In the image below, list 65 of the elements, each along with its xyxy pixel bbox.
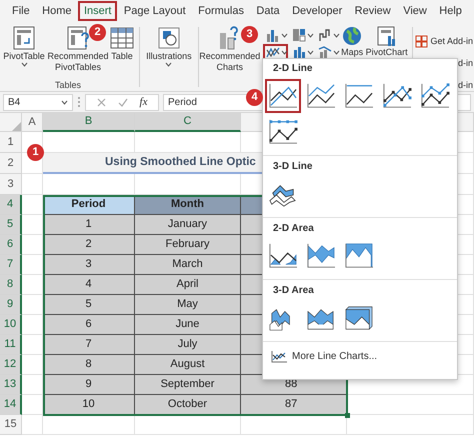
ribbon-tab[interactable]: Data — [250, 1, 286, 21]
section-heading: 2-D Line — [272, 62, 312, 76]
ribbon-tab[interactable]: Page Layout — [118, 1, 192, 21]
step-badge: 1 — [27, 144, 44, 161]
table-cell: August — [135, 355, 241, 375]
more-charts-link[interactable]: More Line Charts... — [263, 346, 386, 367]
table-cell: 2 — [43, 235, 135, 255]
row-header[interactable]: 3 — [0, 174, 22, 195]
ribbon-tab[interactable]: Home — [36, 1, 78, 21]
section-heading: 2-D Area — [272, 222, 314, 236]
table-cell: March — [135, 255, 241, 275]
insert-function-label[interactable]: fx — [140, 94, 148, 110]
row-header[interactable]: 11 — [0, 335, 22, 355]
table-cell: September — [135, 375, 241, 395]
row-header[interactable]: 5 — [0, 215, 22, 235]
row-header[interactable]: 14 — [0, 395, 22, 415]
column-heading: Month — [135, 195, 241, 215]
row-header[interactable]: 10 — [0, 315, 22, 335]
ribbon-tab[interactable]: File — [6, 1, 36, 21]
column-header[interactable]: C — [135, 113, 241, 132]
ribbon-button[interactable]: PivotTable — [0, 25, 48, 67]
row-header[interactable]: 7 — [0, 255, 22, 275]
ribbon-tab[interactable]: Help — [433, 1, 468, 21]
column-header[interactable]: A — [22, 113, 43, 132]
row-header[interactable]: 6 — [0, 235, 22, 255]
table-cell: 1 — [43, 215, 135, 235]
table-cell: 9 — [43, 375, 135, 395]
add-ins-label: d-in — [458, 58, 473, 69]
ribbon-tab[interactable]: Review — [348, 1, 397, 21]
table-cell: February — [135, 235, 241, 255]
name-box[interactable]: B4 — [3, 94, 73, 110]
ribbon-button[interactable]: Table — [108, 25, 136, 62]
row-header[interactable]: 12 — [0, 355, 22, 375]
table-cell: 8 — [43, 355, 135, 375]
row-header[interactable]: 1 — [0, 132, 22, 153]
table-cell: October — [135, 395, 241, 415]
table-cell: 10 — [43, 395, 135, 415]
table-cell: 87 — [241, 395, 347, 415]
column-header[interactable]: B — [43, 113, 135, 132]
group-label: Tables — [54, 80, 81, 91]
section-heading: 3-D Line — [272, 160, 312, 174]
row-header[interactable]: 4 — [0, 195, 22, 215]
ribbon-tab[interactable]: View — [397, 1, 433, 21]
table-cell: January — [135, 215, 241, 235]
ribbon-button[interactable]: Illustrations — [142, 25, 195, 67]
row-header[interactable]: 9 — [0, 295, 22, 315]
ribbon-tab[interactable]: Formulas — [192, 1, 250, 21]
ribbon-tab[interactable]: Developer — [286, 1, 348, 21]
table-cell: 4 — [43, 275, 135, 295]
section-heading: 3-D Area — [272, 284, 314, 298]
table-cell: 6 — [43, 315, 135, 335]
table-cell: July — [135, 335, 241, 355]
table-cell: 7 — [43, 335, 135, 355]
get-add-ins-button[interactable]: Get Add-in — [415, 35, 473, 48]
row-header[interactable]: 8 — [0, 275, 22, 295]
ribbon-tab[interactable]: Insert — [78, 1, 118, 21]
table-cell: 5 — [43, 295, 135, 315]
table-cell: April — [135, 275, 241, 295]
row-header[interactable]: 13 — [0, 375, 22, 395]
table-cell: 3 — [43, 255, 135, 275]
row-header[interactable]: 2 — [0, 153, 22, 174]
table-cell: May — [135, 295, 241, 315]
row-header[interactable]: 15 — [0, 415, 22, 435]
add-ins-label: d-in — [458, 80, 473, 91]
table-cell: June — [135, 315, 241, 335]
